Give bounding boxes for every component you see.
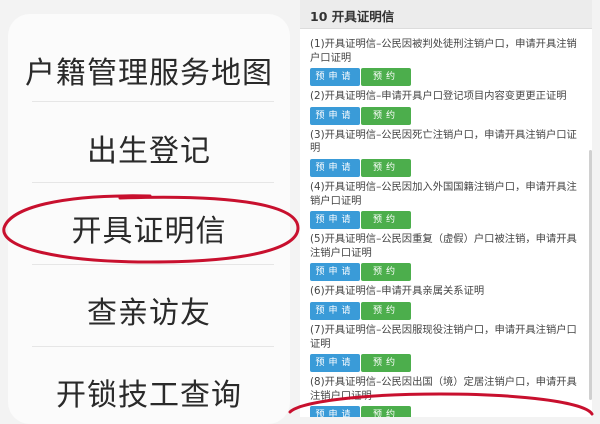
appointment-button[interactable]: 预约 <box>361 211 411 230</box>
certificate-entry: (7)开具证明信–公民因服现役注销户口，申请开具注销户口证明预申请 预约 <box>310 324 582 374</box>
certificate-entry: (3)开具证明信–公民因死亡注销户口，申请开具注销户口证明预申请 预约 <box>310 129 582 179</box>
menu-item-label: 查亲访友 <box>87 296 211 331</box>
certificate-entry-text: (5)开具证明信–公民因重复（虚假）户口被注销，申请开具注销户口证明 <box>310 233 577 259</box>
entry-button-group: 预申请 预约 <box>310 263 582 283</box>
menu-item-label: 开具证明信 <box>71 214 227 249</box>
divider <box>32 182 274 183</box>
appointment-button[interactable]: 预约 <box>361 158 411 177</box>
entry-button-group: 预申请 预约 <box>310 158 582 179</box>
pre-apply-button[interactable]: 预申请 <box>310 211 360 230</box>
certificate-entry-text: (7)开具证明信–公民因服现役注销户口，申请开具注销户口证明 <box>310 323 577 350</box>
certificate-entry-text: (4)开具证明信–公民因加入外国国籍注销户口，申请开具注销户口证明 <box>310 180 577 207</box>
appointment-button[interactable]: 预约 <box>361 263 411 282</box>
entry-button-group: 预申请 预约 <box>310 354 582 374</box>
certificate-entry: (4)开具证明信–公民因加入外国国籍注销户口，申请开具注销户口证明预申请 预约 <box>310 181 582 231</box>
divider <box>32 101 274 102</box>
pre-apply-button[interactable]: 预申请 <box>310 406 360 417</box>
certificate-entry-text: (8)开具证明信–公民因出国（境）定居注销户口，申请开具注销户口证明 <box>310 376 577 402</box>
menu-item-locksmith-query[interactable]: 开锁技工查询 <box>8 370 290 414</box>
certificate-entry-text: (6)开具证明信–申请开具亲属关系证明 <box>310 285 485 298</box>
entry-button-group: 预申请 预约 <box>310 211 582 231</box>
menu-item-household-map[interactable]: 户籍管理服务地图 <box>8 48 290 92</box>
certificate-entry: (2)开具证明信–申请开具户口登记项目内容变更更正证明预申请 预约 <box>310 90 582 127</box>
divider <box>32 264 274 265</box>
certificate-list: (1)开具证明信–公民因被判处徒刑注销户口，申请开具注销户口证明 预申请 预约 (2)… <box>310 38 582 417</box>
appointment-button[interactable]: 预约 <box>361 406 411 417</box>
section-title: 10 开具证明信 <box>310 9 395 24</box>
certificate-entry: (6)开具证明信–申请开具亲属关系证明预申请 预约 <box>310 285 582 322</box>
appointment-button[interactable]: 预约 <box>361 68 411 87</box>
appointment-button[interactable]: 预约 <box>361 106 411 125</box>
certificate-entry: (1)开具证明信–公民因被判处徒刑注销户口，申请开具注销户口证明预申请 预约 <box>310 38 582 88</box>
certificate-entry-text: (1)开具证明信–公民因被判处徒刑注销户口，申请开具注销户口证明 <box>310 38 577 64</box>
menu-item-certificate[interactable]: 开具证明信 <box>8 206 290 250</box>
scrollbar[interactable] <box>589 150 592 400</box>
entry-button-group: 预申请 预约 <box>310 106 582 127</box>
menu-item-birth-registration[interactable]: 出生登记 <box>8 126 290 170</box>
menu-item-label: 出生登记 <box>87 134 211 169</box>
certificate-entry-text: (2)开具证明信–申请开具户口登记项目内容变更更正证明 <box>310 90 567 103</box>
pre-apply-button[interactable]: 预申请 <box>310 301 360 320</box>
pre-apply-button[interactable]: 预申请 <box>310 106 360 125</box>
appointment-button[interactable]: 预约 <box>361 354 411 373</box>
certificate-entry-text: (3)开具证明信–公民因死亡注销户口，申请开具注销户口证明 <box>310 128 577 155</box>
entry-button-group: 预申请 预约 <box>310 406 582 417</box>
divider <box>32 346 274 347</box>
pre-apply-button[interactable]: 预申请 <box>310 263 360 282</box>
section-header: 10 开具证明信 <box>300 0 592 29</box>
pre-apply-button[interactable]: 预申请 <box>310 68 360 87</box>
entry-button-group: 预申请 预约 <box>310 68 582 88</box>
service-menu-panel: 户籍管理服务地图 出生登记 开具证明信 查亲访友 开锁技工查询 <box>8 14 290 424</box>
pre-apply-button[interactable]: 预申请 <box>310 354 360 373</box>
pre-apply-button[interactable]: 预申请 <box>310 158 360 177</box>
certificate-entry: (5)开具证明信–公民因重复（虚假）户口被注销，申请开具注销户口证明预申请 预约 <box>310 233 582 283</box>
entry-button-group: 预申请 预约 <box>310 301 582 322</box>
menu-item-label: 开锁技工查询 <box>56 378 242 413</box>
certificate-list-panel: 10 开具证明信 (1)开具证明信–公民因被判处徒刑注销户口，申请开具注销户口证… <box>300 0 592 417</box>
certificate-entry: (8)开具证明信–公民因出国（境）定居注销户口，申请开具注销户口证明预申请 预约 <box>310 376 582 417</box>
appointment-button[interactable]: 预约 <box>361 301 411 320</box>
menu-item-visit-relatives[interactable]: 查亲访友 <box>8 288 290 332</box>
menu-item-label: 户籍管理服务地图 <box>25 56 273 91</box>
